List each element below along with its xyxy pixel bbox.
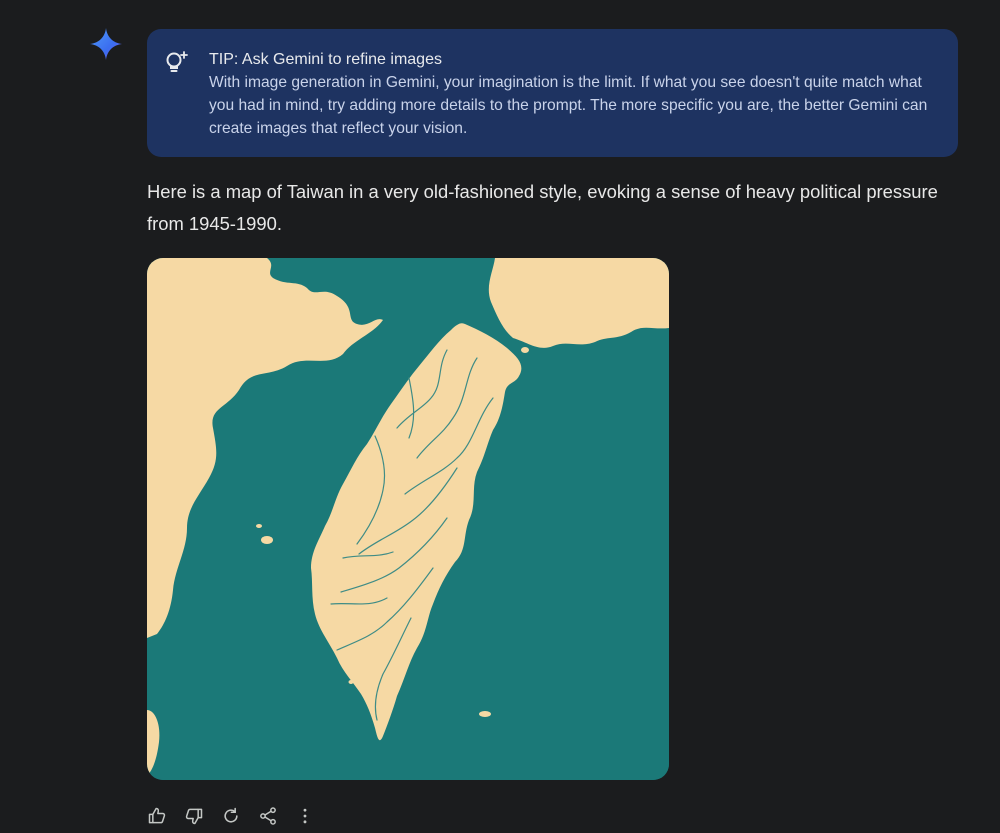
more-options-button[interactable]: [293, 804, 317, 828]
thumb-up-button[interactable]: [145, 804, 169, 828]
thumb-up-icon: [148, 807, 166, 824]
response-text: Here is a map of Taiwan in a very old-fa…: [147, 181, 938, 234]
share-icon: [260, 807, 276, 825]
tip-title: TIP: Ask Gemini to refine images: [209, 51, 442, 68]
taiwan-map-illustration: [147, 258, 669, 780]
share-button[interactable]: [256, 804, 280, 828]
redo-icon: [224, 807, 238, 823]
generated-map-image[interactable]: [147, 258, 669, 780]
more-vert-icon: [303, 808, 307, 824]
lightbulb-sparkle-icon: [163, 49, 191, 77]
tip-card: TIP: Ask Gemini to refine images With im…: [147, 29, 958, 157]
gemini-sparkle-icon: [88, 26, 124, 62]
response-actions: [145, 804, 330, 830]
redo-button[interactable]: [219, 804, 243, 828]
tip-body: With image generation in Gemini, your im…: [209, 74, 928, 137]
thumb-down-button[interactable]: [182, 804, 206, 828]
thumb-down-icon: [185, 808, 203, 825]
